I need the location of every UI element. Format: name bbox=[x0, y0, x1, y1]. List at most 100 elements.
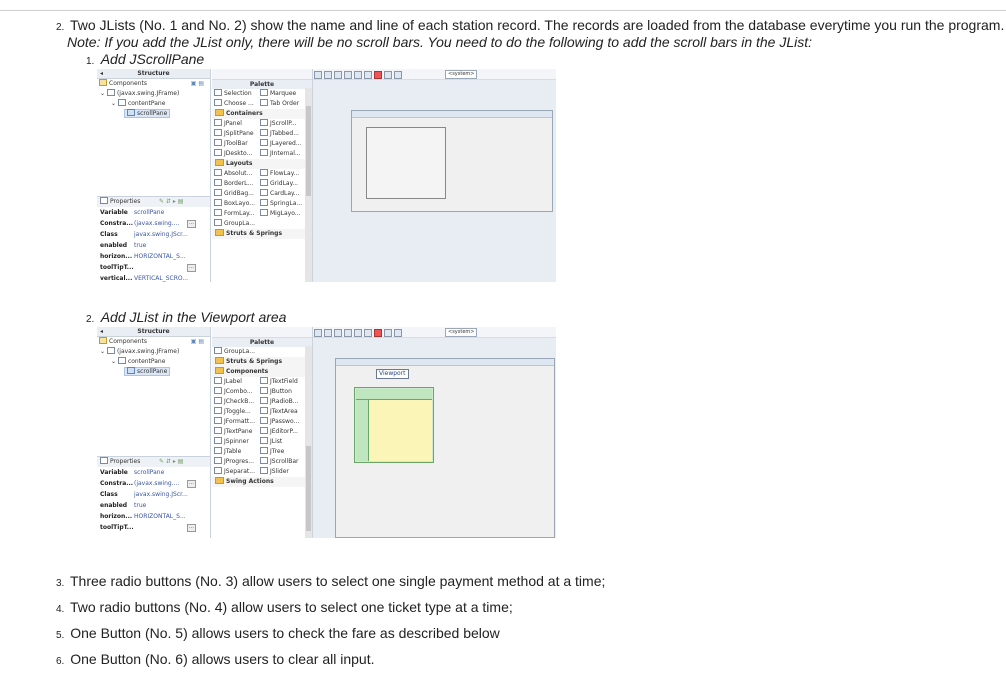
property-value[interactable]: (javax.swing.... bbox=[134, 218, 179, 229]
palette-item[interactable]: JCheckB... bbox=[214, 397, 254, 407]
palette-item[interactable]: Choose ... bbox=[214, 99, 254, 109]
palette-item[interactable]: Tab Order bbox=[260, 99, 299, 109]
palette-item[interactable]: JRadioB... bbox=[260, 397, 298, 407]
jframe-preview[interactable] bbox=[351, 110, 553, 212]
property-value[interactable]: VERTICAL_SCRO... bbox=[134, 273, 188, 282]
palette-item[interactable]: JTree bbox=[260, 447, 284, 457]
palette-item[interactable]: Selection bbox=[214, 89, 252, 99]
palette-scrollbar-2[interactable] bbox=[305, 346, 312, 538]
palette-item[interactable]: JScrollP... bbox=[260, 119, 297, 129]
contentpane-node-2[interactable]: ⌄ contentPane bbox=[97, 357, 210, 367]
palette-item[interactable]: Marquee bbox=[260, 89, 296, 99]
property-value[interactable]: true bbox=[134, 500, 146, 511]
property-row[interactable]: Class javax.swing.JScr... bbox=[97, 229, 210, 240]
palette-category[interactable]: Layouts bbox=[212, 159, 312, 169]
property-row[interactable]: Constra... (javax.swing....… bbox=[97, 218, 210, 229]
palette-item[interactable]: JCombo... bbox=[214, 387, 253, 397]
palette-item[interactable]: JLayered... bbox=[260, 139, 302, 149]
system-combo[interactable]: <system> bbox=[445, 70, 478, 79]
contentpane-node[interactable]: ⌄ contentPane bbox=[97, 99, 210, 109]
property-row[interactable]: Class javax.swing.JScr... bbox=[97, 489, 210, 500]
palette-item[interactable]: JButton bbox=[260, 387, 292, 397]
property-value[interactable]: javax.swing.JScr... bbox=[134, 229, 188, 240]
property-value[interactable]: (javax.swing.... bbox=[134, 478, 179, 489]
scrollpane-node-2[interactable]: scrollPane bbox=[97, 367, 210, 377]
scrollpane-green-area[interactable] bbox=[354, 387, 434, 463]
property-row[interactable]: horizon... HORIZONTAL_S... bbox=[97, 511, 210, 522]
property-row[interactable]: enabled true bbox=[97, 500, 210, 511]
property-value[interactable]: scrollPane bbox=[134, 207, 164, 218]
jframe-node[interactable]: ⌄ (javax.swing.JFrame) bbox=[97, 89, 210, 99]
palette-item[interactable]: JTextPane bbox=[214, 427, 252, 437]
property-value[interactable]: true bbox=[134, 240, 146, 251]
palette-item[interactable]: JInternal... bbox=[260, 149, 301, 159]
palette-item[interactable]: JLabel bbox=[214, 377, 242, 387]
palette-item[interactable]: JToggle... bbox=[214, 407, 251, 417]
jframe-node-2[interactable]: ⌄ (javax.swing.JFrame) bbox=[97, 347, 210, 357]
property-row[interactable]: horizon... HORIZONTAL_S... bbox=[97, 251, 210, 262]
palette-item[interactable]: BorderL... bbox=[214, 179, 253, 189]
palette-item[interactable]: JScrollBar bbox=[260, 457, 298, 467]
palette-item[interactable]: FlowLay... bbox=[260, 169, 299, 179]
palette-item-label: JSplitPane bbox=[224, 130, 254, 137]
property-row[interactable]: vertical... VERTICAL_SCRO... bbox=[97, 273, 210, 282]
ellipsis-button[interactable]: … bbox=[187, 480, 196, 488]
property-value[interactable]: HORIZONTAL_S... bbox=[134, 511, 186, 522]
palette-item[interactable]: JProgres... bbox=[214, 457, 254, 467]
viewport-drop-area[interactable] bbox=[369, 400, 432, 461]
palette-item-label: JPasswo... bbox=[270, 418, 300, 425]
property-row[interactable]: Constra... (javax.swing....… bbox=[97, 478, 210, 489]
palette-item[interactable]: GroupLa... bbox=[214, 219, 255, 229]
palette-item[interactable]: BoxLayo... bbox=[214, 199, 255, 209]
scrollpane-preview[interactable] bbox=[366, 127, 446, 199]
property-row[interactable]: toolTipT...… bbox=[97, 522, 210, 533]
property-value[interactable]: scrollPane bbox=[134, 467, 164, 478]
property-row[interactable]: enabled true bbox=[97, 240, 210, 251]
palette-item[interactable]: GridLay... bbox=[260, 179, 298, 189]
palette-item[interactable]: JSeparat... bbox=[214, 467, 255, 477]
components-node[interactable]: Components ▣ ▤ bbox=[97, 79, 210, 89]
palette-item[interactable]: FormLay... bbox=[214, 209, 255, 219]
palette-category[interactable]: Containers bbox=[212, 109, 312, 119]
property-row[interactable]: Variable scrollPane bbox=[97, 207, 210, 218]
ellipsis-button[interactable]: … bbox=[187, 524, 196, 532]
system-combo-2[interactable]: <system> bbox=[445, 328, 478, 337]
palette-item[interactable]: JTextField bbox=[260, 377, 298, 387]
components-node-2[interactable]: Components ▣ ▤ bbox=[97, 337, 210, 347]
palette-item[interactable]: JTable bbox=[214, 447, 241, 457]
scrollpane-node[interactable]: scrollPane bbox=[97, 109, 210, 119]
palette-item[interactable]: JDeskto... bbox=[214, 149, 252, 159]
palette-item[interactable]: JPasswo... bbox=[260, 417, 299, 427]
palette-row: JCheckB... JRadioB... bbox=[212, 397, 312, 407]
palette-item[interactable]: JTextArea bbox=[260, 407, 298, 417]
property-value[interactable]: HORIZONTAL_S... bbox=[134, 251, 186, 262]
ellipsis-button[interactable]: … bbox=[187, 264, 196, 272]
palette-item[interactable]: MigLayo... bbox=[260, 209, 301, 219]
palette-item[interactable]: JEditorP... bbox=[260, 427, 298, 437]
palette-item[interactable]: JToolBar bbox=[214, 139, 248, 149]
palette-item[interactable]: CardLay... bbox=[260, 189, 299, 199]
palette-item[interactable]: JTabbed... bbox=[260, 129, 299, 139]
palette-item[interactable]: JFormatt... bbox=[214, 417, 255, 427]
palette-item[interactable]: JList bbox=[260, 437, 282, 447]
component-icon bbox=[260, 199, 268, 206]
palette-scrollbar[interactable] bbox=[305, 88, 312, 282]
palette-item[interactable]: JSlider bbox=[260, 467, 289, 477]
ellipsis-button[interactable]: … bbox=[187, 220, 196, 228]
palette-category[interactable]: Struts & Springs bbox=[212, 229, 312, 239]
palette-item[interactable]: JSpinner bbox=[214, 437, 249, 447]
component-icon bbox=[260, 209, 268, 216]
jframe-preview-2[interactable]: Viewport bbox=[335, 358, 555, 538]
palette-item[interactable]: GridBag... bbox=[214, 189, 254, 199]
palette-category[interactable]: Swing Actions bbox=[212, 477, 312, 487]
property-value[interactable]: javax.swing.JScr... bbox=[134, 489, 188, 500]
property-row[interactable]: Variable scrollPane bbox=[97, 467, 210, 478]
palette-category[interactable]: Struts & Springs bbox=[212, 357, 312, 367]
palette-item[interactable]: SpringLa... bbox=[260, 199, 302, 209]
palette-item[interactable]: GroupLa... bbox=[214, 347, 255, 357]
palette-item[interactable]: JSplitPane bbox=[214, 129, 254, 139]
palette-item[interactable]: Absolut... bbox=[214, 169, 252, 179]
property-row[interactable]: toolTipT...… bbox=[97, 262, 210, 273]
palette-category[interactable]: Components bbox=[212, 367, 312, 377]
palette-item[interactable]: JPanel bbox=[214, 119, 242, 129]
